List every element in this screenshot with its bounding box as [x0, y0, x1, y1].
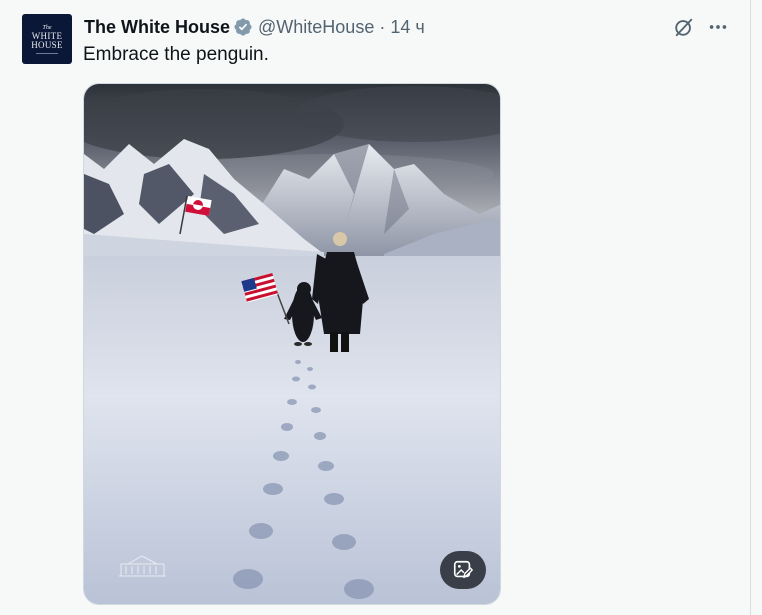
tweet-header: The White House @WhiteHouse · 14 ч: [84, 15, 425, 39]
image-edit-icon[interactable]: [440, 551, 486, 589]
timestamp[interactable]: 14 ч: [390, 17, 424, 38]
author-name[interactable]: The White House: [84, 17, 230, 38]
separator-dot: ·: [379, 16, 386, 37]
avatar-text-line1: The: [42, 24, 52, 31]
more-options-icon[interactable]: [706, 15, 730, 39]
tweet-text: Embrace the penguin.: [83, 44, 269, 65]
grok-icon[interactable]: [672, 15, 696, 39]
tweet[interactable]: The WHITE HOUSE The White House @WhiteHo…: [0, 0, 750, 615]
author-handle[interactable]: @WhiteHouse: [258, 17, 374, 38]
avatar-text-line3: HOUSE: [31, 39, 63, 50]
verified-badge-icon[interactable]: [233, 17, 253, 37]
avatar-divider: [36, 52, 58, 54]
avatar[interactable]: The WHITE HOUSE: [22, 14, 72, 64]
tweet-image[interactable]: [83, 83, 501, 605]
column-divider: [750, 0, 751, 615]
